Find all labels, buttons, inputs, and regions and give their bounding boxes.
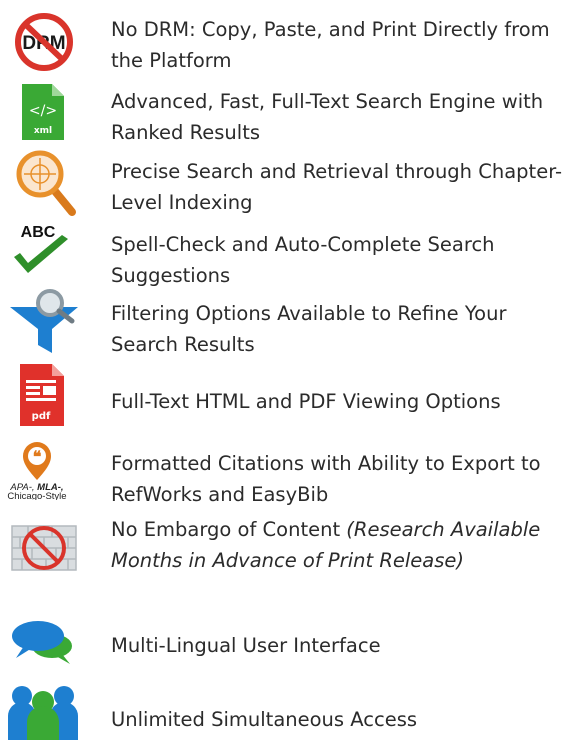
speech-bubbles-icon bbox=[6, 616, 92, 666]
xml-file-icon: </> xml bbox=[6, 82, 92, 142]
abc-icon-label: ABC bbox=[21, 224, 56, 241]
spellcheck-icon: ABC bbox=[6, 221, 92, 283]
feature-text-no-drm: No DRM: Copy, Paste, and Print Directly … bbox=[111, 18, 550, 72]
no-embargo-text: No Embargo of Content bbox=[111, 518, 347, 541]
svg-text:</>: </> bbox=[29, 103, 57, 119]
feature-text-no-embargo: No Embargo of Content (Research Availabl… bbox=[111, 514, 563, 576]
feature-text-citations: Formatted Citations with Ability to Expo… bbox=[111, 452, 541, 506]
feature-text-precise-search: Precise Search and Retrieval through Cha… bbox=[111, 160, 562, 214]
chicago-style-label: Chicago-Style bbox=[7, 491, 66, 500]
citation-pin-icon: ❝ APA-, MLA-, Chicago-Style bbox=[6, 440, 92, 500]
feature-text-multilingual: Multi-Lingual User Interface bbox=[111, 634, 381, 657]
no-embargo-wall-icon bbox=[6, 516, 92, 582]
users-group-icon bbox=[6, 684, 92, 740]
pdf-icon-label: pdf bbox=[32, 411, 51, 422]
xml-icon-label: xml bbox=[34, 126, 52, 136]
filter-funnel-icon bbox=[6, 289, 92, 357]
feature-text-spellcheck: Spell-Check and Auto-Complete Search Sug… bbox=[111, 233, 495, 287]
feature-text-viewing: Full-Text HTML and PDF Viewing Options bbox=[111, 390, 501, 413]
feature-text-filtering: Filtering Options Available to Refine Yo… bbox=[111, 302, 507, 356]
svg-text:❝: ❝ bbox=[33, 449, 42, 466]
magnifier-crosshair-icon bbox=[6, 150, 92, 216]
feature-text-access: Unlimited Simultaneous Access bbox=[111, 708, 418, 731]
no-drm-icon: DRM bbox=[6, 12, 92, 72]
pdf-file-icon: pdf bbox=[6, 364, 92, 426]
feature-text-search-engine: Advanced, Fast, Full-Text Search Engine … bbox=[111, 90, 544, 144]
